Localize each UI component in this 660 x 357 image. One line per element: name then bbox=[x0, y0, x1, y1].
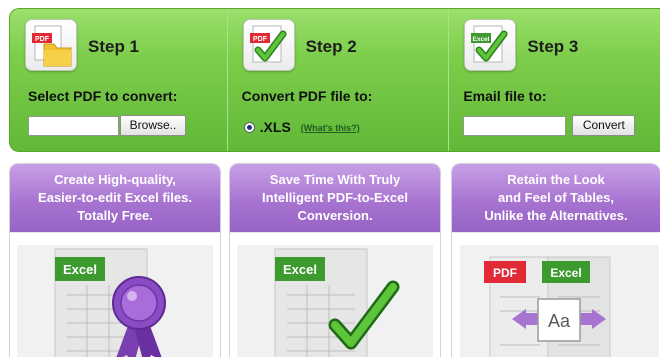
step-2: PDF Step 2 Convert PDF file to: .XLS (Wh… bbox=[228, 9, 450, 151]
feature-text: Retain the Look and Feel of Tables, Unli… bbox=[484, 172, 628, 223]
svg-text:PDF: PDF bbox=[35, 36, 50, 43]
svg-text:Excel: Excel bbox=[63, 262, 97, 277]
convert-button[interactable]: Convert bbox=[572, 115, 636, 136]
svg-text:Aa: Aa bbox=[548, 311, 571, 331]
excel-checkmark-icon: Excel bbox=[464, 19, 517, 71]
whats-this-link[interactable]: (What's this?) bbox=[301, 123, 360, 133]
feature-header: Retain the Look and Feel of Tables, Unli… bbox=[452, 164, 660, 233]
step-1: PDF Step 1 Select PDF to convert: Browse… bbox=[10, 9, 228, 151]
pdf-to-excel-font-icon: PDF Excel Aa bbox=[460, 245, 659, 357]
step-title: Step 1 bbox=[88, 37, 140, 56]
excel-checkmark-icon: Excel bbox=[237, 245, 433, 357]
feature-header: Save Time With Truly Intelligent PDF-to-… bbox=[230, 164, 440, 233]
step-title: Step 2 bbox=[305, 37, 357, 56]
feature-card-free: Create High-quality, Easier-to-edit Exce… bbox=[9, 163, 221, 357]
svg-text:Excel: Excel bbox=[473, 36, 490, 43]
svg-text:PDF: PDF bbox=[493, 266, 517, 280]
step-3: Excel Step 3 Email file to: Convert bbox=[449, 9, 660, 151]
pdf-folder-icon: PDF bbox=[25, 19, 77, 71]
step-label: Select PDF to convert: bbox=[28, 88, 178, 104]
steps-panel: PDF Step 1 Select PDF to convert: Browse… bbox=[9, 8, 660, 152]
pdf-checkmark-icon: PDF bbox=[242, 19, 295, 71]
step-label: Email file to: bbox=[463, 88, 547, 104]
svg-text:Excel: Excel bbox=[283, 262, 317, 277]
feature-card-intelligent: Save Time With Truly Intelligent PDF-to-… bbox=[229, 163, 441, 357]
step-label: Convert PDF file to: bbox=[241, 88, 373, 104]
email-input[interactable] bbox=[463, 116, 567, 136]
svg-text:Excel: Excel bbox=[550, 266, 581, 280]
feature-card-tables: Retain the Look and Feel of Tables, Unli… bbox=[451, 163, 660, 357]
feature-text: Create High-quality, Easier-to-edit Exce… bbox=[38, 172, 192, 223]
excel-award-ribbon-icon: Excel bbox=[17, 245, 213, 357]
feature-text: Save Time With Truly Intelligent PDF-to-… bbox=[262, 172, 408, 223]
svg-text:PDF: PDF bbox=[253, 36, 268, 43]
pdf-file-input[interactable] bbox=[28, 116, 119, 136]
step-title: Step 3 bbox=[527, 37, 579, 56]
browse-button[interactable]: Browse.. bbox=[120, 115, 186, 136]
feature-header: Create High-quality, Easier-to-edit Exce… bbox=[10, 164, 220, 233]
xls-radio[interactable] bbox=[243, 122, 255, 133]
xls-option-label[interactable]: .XLS bbox=[260, 119, 291, 135]
